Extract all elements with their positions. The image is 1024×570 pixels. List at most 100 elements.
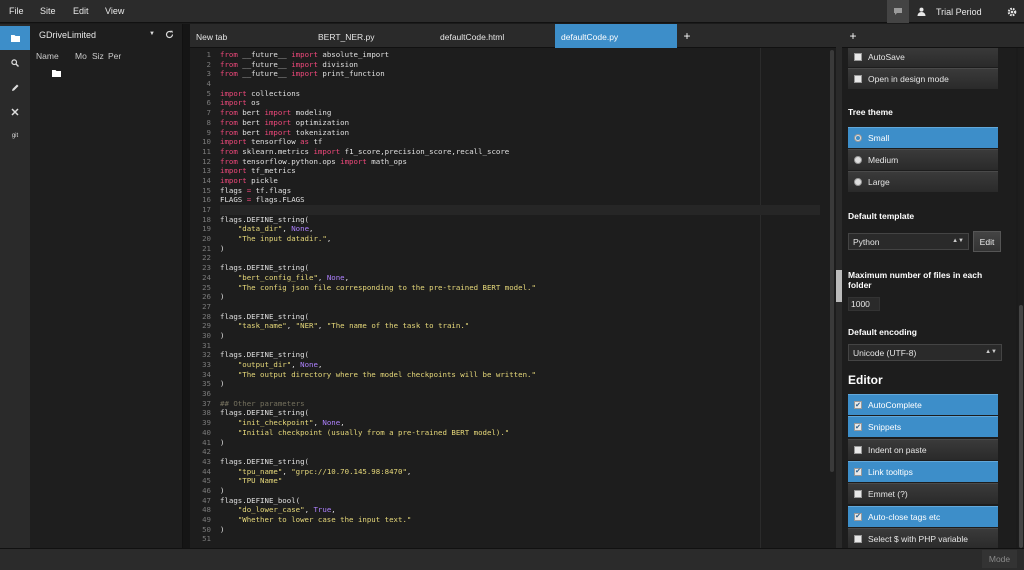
search-tool-button[interactable] [0,51,30,75]
option-checkbox[interactable]: ✔ [854,401,862,409]
files-tool-button[interactable] [0,26,30,50]
option-checkbox[interactable] [854,445,862,454]
autosave-option[interactable]: AutoSave [848,48,998,67]
code-line[interactable]: 17 [202,205,820,215]
code-line[interactable]: 2 from __future__ import division [207,60,820,70]
code-line[interactable]: 48 "do_lower_case", True, [202,505,820,515]
code-line[interactable]: 44 "tpu_name", "grpc://10.70.145.98:8470… [202,467,820,477]
code-line[interactable]: 39 "init_checkpoint", None, [202,418,820,428]
add-tab-button[interactable]: + [680,24,694,48]
code-line[interactable]: 20 "The input datadir.", [202,234,820,244]
code-line[interactable]: 6 import os [207,98,820,108]
code-line[interactable]: 51 [202,534,820,544]
option-checkbox[interactable] [854,534,862,543]
code-line[interactable]: 43 flags.DEFINE_string( [202,457,820,467]
panel-splitter[interactable] [183,24,190,548]
code-line[interactable]: 16 FLAGS = flags.FLAGS [202,195,820,205]
menu-file[interactable]: File [9,0,24,23]
menu-view[interactable]: View [105,0,124,23]
tree-theme-large[interactable]: Large [848,171,998,192]
code-line[interactable]: 27 [202,302,820,312]
code-line[interactable]: 32 flags.DEFINE_string( [202,350,820,360]
code-line[interactable]: 10 import tensorflow as tf [202,137,820,147]
editor-option[interactable]: ✔ Auto-close tags etc [848,505,998,527]
site-name[interactable]: GDriveLimited [39,30,96,40]
option-checkbox[interactable] [854,490,862,499]
code-line[interactable]: 19 "data_dir", None, [202,224,820,234]
code-line[interactable]: 12 from tensorflow.python.ops import math… [202,157,820,167]
code-line[interactable]: 49 "Whether to lower case the input text… [202,515,820,525]
edit-tool-button[interactable] [0,76,30,100]
default-encoding-select[interactable]: Unicode (UTF-8) ▲▼ [848,344,1002,361]
code-editor[interactable]: 1 from __future__ import absolute_import 2… [190,48,836,548]
column-name[interactable]: Name [36,51,59,61]
code-line[interactable]: 18 flags.DEFINE_string( [202,215,820,225]
editor-option[interactable]: Indent on paste [848,438,998,460]
editor-option[interactable]: Emmet (?) [848,483,998,505]
autosave-checkbox[interactable] [854,53,862,61]
code-line[interactable]: 24 "bert_config_file", None, [202,273,820,283]
code-line[interactable]: 46) [202,486,820,496]
editor-option[interactable]: ✔ Link tooltips [848,460,998,482]
code-line[interactable]: 13 import tf_metrics [202,166,820,176]
editor-option[interactable]: ✔ AutoComplete [848,394,998,415]
code-line[interactable]: 14 import pickle [202,176,820,186]
code-line[interactable]: 4 [207,79,820,89]
column-modified[interactable]: Mo [75,51,87,61]
tree-theme-medium[interactable]: Medium [848,149,998,170]
code-line[interactable]: 50) [202,525,820,535]
tab-default-code-html[interactable]: defaultCode.html [434,24,555,48]
code-line[interactable]: 37 ## Other parameters [202,399,820,409]
refresh-icon[interactable] [165,30,174,39]
design-mode-checkbox[interactable] [854,75,862,83]
add-panel-button[interactable]: + [846,24,860,48]
code-content[interactable]: 1 from __future__ import absolute_import 2… [202,50,820,544]
code-line[interactable]: 45 "TPU Name" [202,476,820,486]
code-line[interactable]: 28 flags.DEFINE_string( [202,312,820,322]
radio-large[interactable] [854,178,862,186]
code-line[interactable]: 41) [202,438,820,448]
settings-scrollbar[interactable] [1019,305,1023,548]
tab-bert-ner[interactable]: BERT_NER.py [312,24,434,48]
mode-button[interactable]: Mode [982,550,1017,568]
tab-default-code-py[interactable]: defaultCode.py [555,24,677,48]
menu-site[interactable]: Site [40,0,56,23]
code-line[interactable]: 36 [202,389,820,399]
default-template-select[interactable]: Python ▲▼ [848,233,969,250]
design-mode-option[interactable]: Open in design mode [848,68,998,89]
tree-theme-small[interactable]: Small [848,127,998,148]
code-line[interactable]: 29 "task_name", "NER", "The name of the … [202,321,820,331]
radio-medium[interactable] [854,156,862,164]
code-line[interactable]: 5 import collections [207,89,820,99]
code-line[interactable]: 1 from __future__ import absolute_import [207,50,820,60]
option-checkbox[interactable]: ✔ [854,423,862,432]
code-line[interactable]: 21) [202,244,820,254]
code-line[interactable]: 26) [202,292,820,302]
code-line[interactable]: 11 from sklearn.metrics import f1_score,p… [202,147,820,157]
edit-template-button[interactable]: Edit [973,231,1001,252]
git-tool-button[interactable]: git [0,124,30,148]
code-line[interactable]: 35) [202,379,820,389]
code-line[interactable]: 42 [202,447,820,457]
code-line[interactable]: 9 from bert import tokenization [207,128,820,138]
folder-icon[interactable] [52,70,61,77]
menu-edit[interactable]: Edit [73,0,89,23]
radio-small[interactable] [854,134,862,142]
code-line[interactable]: 34 "The output directory where the model… [202,370,820,380]
code-line[interactable]: 15 flags = tf.flags [202,186,820,196]
settings-button[interactable] [1002,0,1022,23]
code-line[interactable]: 22 [202,253,820,263]
tab-new-tab[interactable]: New tab [190,24,312,48]
tools-tool-button[interactable] [0,100,30,124]
code-line[interactable]: 38 flags.DEFINE_string( [202,408,820,418]
code-line[interactable]: 31 [202,341,820,351]
code-line[interactable]: 23 flags.DEFINE_string( [202,263,820,273]
code-line[interactable]: 7 from bert import modeling [207,108,820,118]
editor-scrollbar[interactable] [830,50,834,472]
column-permissions[interactable]: Per [108,51,121,61]
code-line[interactable]: 47 flags.DEFINE_bool( [202,496,820,506]
code-line[interactable]: 25 "The config json file corresponding t… [202,283,820,293]
code-line[interactable]: 30) [202,331,820,341]
max-files-input[interactable]: 1000 [848,297,880,311]
site-dropdown-icon[interactable]: ▼ [149,31,155,37]
